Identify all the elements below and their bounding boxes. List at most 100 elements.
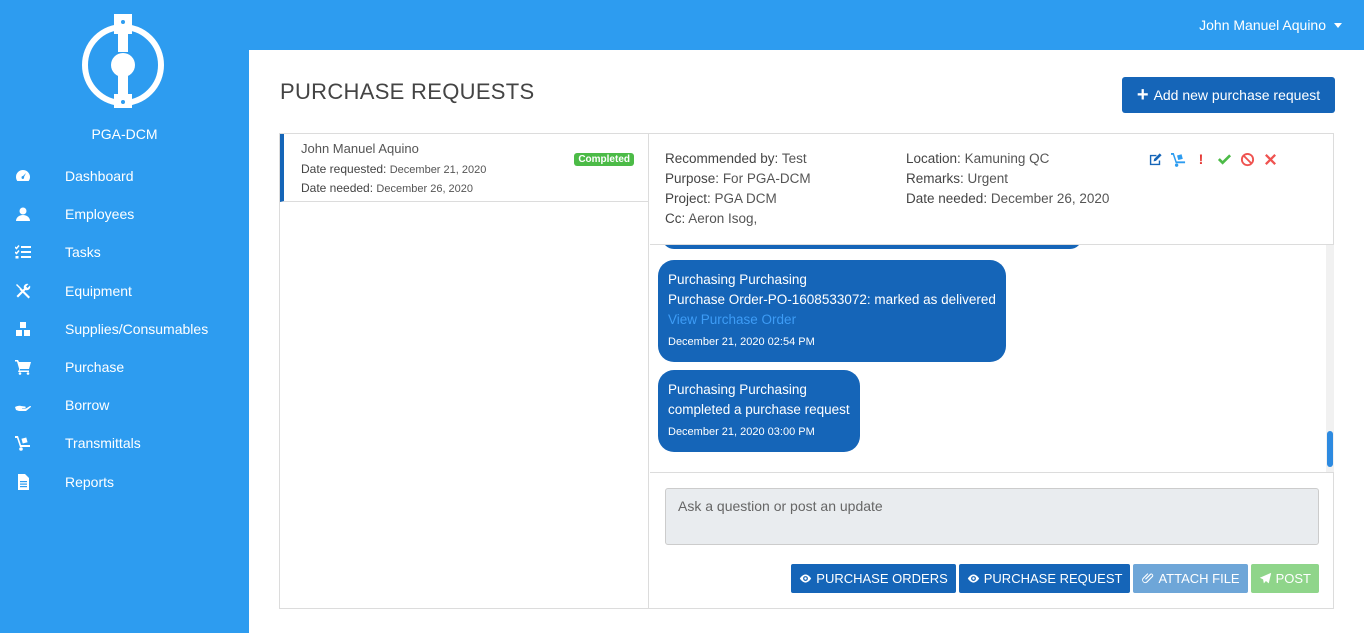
date-requested: Date requested: December 21, 2020 [301, 162, 486, 176]
sidebar-item-label: Tasks [65, 244, 101, 261]
sidebar-item-supplies[interactable]: Supplies/Consumables [0, 310, 249, 348]
message-timestamp: December 21, 2020 02:54 PM [668, 336, 815, 348]
location: Location: Kamuning QC [906, 151, 1049, 166]
exclamation-icon[interactable]: ! [1193, 151, 1209, 167]
purpose-label: Purpose: [665, 171, 720, 186]
eye-icon [967, 574, 979, 583]
attach-file-button[interactable]: ATTACH FILE [1133, 564, 1248, 593]
recommended-by-label: Recommended by: [665, 151, 779, 166]
boxes-icon [14, 320, 32, 338]
message-bubble-partial [662, 245, 1082, 249]
sidebar-item-label: Dashboard [65, 168, 134, 185]
caret-down-icon [1334, 22, 1342, 28]
cart-icon [14, 358, 32, 376]
detail-date-needed-value: December 26, 2020 [990, 191, 1110, 206]
sidebar-nav: Dashboard Employees Tasks Equipment Supp… [0, 157, 249, 501]
sidebar-item-purchase[interactable]: Purchase [0, 348, 249, 386]
eye-icon [800, 574, 812, 583]
remarks-label: Remarks: [906, 171, 964, 186]
list-item[interactable]: John Manuel Aquino Date requested: Decem… [280, 134, 648, 202]
hand-icon [14, 396, 32, 414]
sidebar-item-borrow[interactable]: Borrow [0, 386, 249, 424]
detail-date-needed-label: Date needed: [906, 191, 988, 206]
project-value: PGA DCM [714, 191, 777, 206]
sidebar-item-label: Equipment [65, 282, 132, 299]
cc-value: Aeron Isog, [688, 211, 758, 226]
file-icon [14, 473, 32, 491]
attach-file-label: ATTACH FILE [1158, 571, 1240, 586]
message-bubble: Purchasing Purchasing Purchase Order-PO-… [658, 260, 1006, 362]
request-list: John Manuel Aquino Date requested: Decem… [280, 134, 649, 608]
purpose: Purpose: For PGA-DCM [665, 171, 811, 186]
tasks-icon [14, 243, 32, 261]
edit-icon[interactable] [1147, 151, 1163, 167]
date-needed: Date needed: December 26, 2020 [301, 181, 473, 195]
cc-label: Cc: [665, 211, 686, 226]
sidebar-item-equipment[interactable]: Equipment [0, 272, 249, 310]
date-needed-label: Date needed: [301, 181, 374, 195]
purchase-orders-label: PURCHASE ORDERS [816, 571, 948, 586]
date-requested-value: December 21, 2020 [389, 164, 487, 176]
recommended-by-value: Test [781, 151, 807, 166]
dolly-icon[interactable] [1170, 151, 1186, 167]
update-input[interactable] [665, 488, 1319, 545]
tools-icon [14, 282, 32, 300]
post-label: POST [1275, 571, 1311, 586]
send-icon [1259, 572, 1271, 584]
dolly-icon [14, 434, 32, 452]
message-author: Purchasing Purchasing [668, 272, 807, 287]
brand-name: PGA-DCM [91, 126, 158, 142]
pga-dcm-logo [82, 14, 164, 108]
post-button[interactable]: POST [1250, 564, 1319, 593]
message-timestamp: December 21, 2020 03:00 PM [668, 426, 815, 438]
purchase-orders-button[interactable]: PURCHASE ORDERS [791, 564, 956, 593]
user-name: John Manuel Aquino [1199, 17, 1326, 33]
close-icon[interactable] [1262, 151, 1278, 167]
detail-date-needed: Date needed: December 26, 2020 [906, 191, 1109, 206]
sidebar-item-employees[interactable]: Employees [0, 195, 249, 233]
status-badge: Completed [574, 153, 634, 166]
project: Project: PGA DCM [665, 191, 777, 206]
purchase-request-button[interactable]: PURCHASE REQUEST [958, 564, 1131, 593]
location-label: Location: [906, 151, 961, 166]
detail-header: Recommended by: Test Purpose: For PGA-DC… [650, 134, 1334, 245]
purchase-request-panel: John Manuel Aquino Date requested: Decem… [279, 133, 1334, 609]
message-author: Purchasing Purchasing [668, 382, 807, 397]
check-icon[interactable] [1216, 151, 1232, 167]
message-text: Purchase Order-PO-1608533072: marked as … [668, 292, 996, 307]
add-purchase-request-button[interactable]: + Add new purchase request [1122, 77, 1335, 113]
sidebar: PGA-DCM Dashboard Employees Tasks Equipm… [0, 0, 249, 633]
user-icon [14, 205, 32, 223]
message-feed[interactable]: Purchasing Purchasing Purchase Order-PO-… [650, 245, 1334, 473]
sidebar-item-dashboard[interactable]: Dashboard [0, 157, 249, 195]
sidebar-item-tasks[interactable]: Tasks [0, 233, 249, 271]
scrollbar-thumb[interactable] [1327, 431, 1333, 467]
remarks-value: Urgent [967, 171, 1009, 186]
sidebar-item-label: Borrow [65, 397, 110, 414]
action-icons: ! [1147, 151, 1278, 167]
dashboard-icon [14, 167, 32, 185]
date-needed-value: December 26, 2020 [376, 183, 474, 195]
sidebar-item-label: Supplies/Consumables [65, 320, 209, 337]
page-title: PURCHASE REQUESTS [280, 79, 535, 104]
user-menu-dropdown[interactable]: John Manuel Aquino [1199, 17, 1342, 33]
sidebar-item-reports[interactable]: Reports [0, 463, 249, 501]
purchase-request-label: PURCHASE REQUEST [983, 571, 1123, 586]
date-requested-label: Date requested: [301, 162, 387, 176]
remarks: Remarks: Urgent [906, 171, 1008, 186]
recommended-by: Recommended by: Test [665, 151, 807, 166]
cc: Cc: Aeron Isog, [665, 211, 757, 226]
add-button-label: Add new purchase request [1153, 87, 1321, 103]
message-bubble: Purchasing Purchasing completed a purcha… [658, 370, 860, 452]
project-label: Project: [665, 191, 711, 206]
sidebar-item-label: Purchase [65, 359, 125, 376]
requester-name: John Manuel Aquino [301, 141, 419, 156]
plus-icon: + [1136, 84, 1149, 106]
sidebar-item-label: Employees [65, 206, 135, 223]
paperclip-icon [1142, 573, 1154, 584]
sidebar-item-label: Transmittals [65, 435, 141, 452]
sidebar-item-transmittals[interactable]: Transmittals [0, 424, 249, 462]
ban-icon[interactable] [1239, 151, 1255, 167]
view-purchase-order-link[interactable]: View Purchase Order [668, 310, 996, 330]
action-button-row: PURCHASE ORDERS PURCHASE REQUEST ATTACH … [791, 564, 1319, 593]
